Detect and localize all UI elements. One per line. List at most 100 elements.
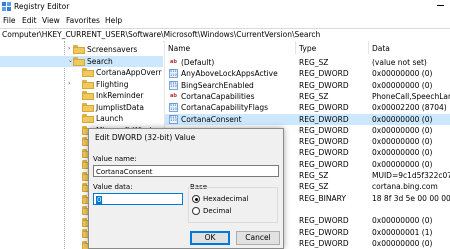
value-type: REG_DWORD (299, 125, 349, 135)
menu-favorites[interactable]: Favorites (66, 16, 100, 25)
tree-expander-icon[interactable]: › (68, 80, 70, 87)
binary-value-icon: 011 110 (169, 69, 178, 79)
column-header-type[interactable]: Type (296, 41, 369, 54)
menu-view[interactable]: View (42, 16, 60, 25)
value-row[interactable]: 011 110 CortanaCapabilityFlags REG_DWORD 0x… (165, 102, 450, 113)
cancel-button[interactable]: Cancel (236, 231, 280, 245)
value-type: REG_DWORD (299, 148, 349, 158)
tree-item[interactable]: InkReminder (0, 90, 163, 101)
value-type: REG_DWORD (299, 159, 349, 169)
tree-item[interactable]: › Screensavers (0, 44, 163, 55)
value-data: 0x00000000 (0) (372, 114, 433, 124)
value-data: MUID=9c1d5f322c074d (372, 171, 450, 180)
value-data: (value not set) (372, 58, 427, 67)
value-data-field[interactable]: 0 (93, 193, 183, 205)
value-type: REG_DWORD (299, 216, 349, 226)
value-type: REG_DWORD (299, 114, 349, 124)
menu-edit[interactable]: Edit (22, 16, 37, 25)
tree-item-label: Flighting (96, 79, 129, 89)
binary-value-icon: 011 110 (169, 103, 178, 113)
base-groupbox (188, 187, 278, 223)
address-path[interactable]: Computer\HKEY_CURRENT_USER\Software\Micr… (2, 30, 320, 39)
value-data: 18 8f 3d 5e 00 00 00 00 (372, 193, 450, 203)
value-name: (Default) (181, 58, 215, 67)
folder-icon (73, 56, 85, 66)
registry-editor-icon (2, 2, 11, 11)
value-name-field[interactable]: CortanaConsent (93, 165, 279, 177)
value-type: REG_DWORD (299, 238, 349, 248)
folder-icon (82, 68, 94, 77)
address-bar[interactable]: Computer\HKEY_CURRENT_USER\Software\Micr… (0, 28, 450, 42)
value-name: BingSearchEnabled (181, 80, 254, 90)
value-type: REG_BINARY (299, 193, 346, 203)
decimal-label[interactable]: Decimal (203, 207, 232, 215)
value-data: 0x00002200 (8704) (372, 103, 447, 113)
tree-expander-icon[interactable]: › (68, 45, 70, 52)
value-data: cortana.bing.com (372, 182, 438, 192)
value-row[interactable]: 011 110 BingSearchEnabled REG_DWORD 0x00000… (165, 80, 450, 91)
value-data: 0x00000000 (0) (372, 80, 433, 90)
value-type: REG_SZ (299, 171, 329, 180)
dialog-title: Edit DWORD (32-bit) Value (95, 133, 196, 142)
value-data: PhoneCall,SpeechLangua (372, 91, 450, 101)
value-data: 0x00000000 (0) (372, 159, 433, 169)
value-data: 0x00000001 (1) (372, 227, 433, 237)
value-name: CortanaCapabilityFlags (181, 103, 269, 113)
minimize-button[interactable] (437, 5, 444, 6)
value-data-text: 0 (96, 196, 103, 204)
value-type: REG_DWORD (299, 137, 349, 147)
tree-item[interactable]: › Flighting (0, 79, 163, 90)
tree-item-label: CortanaAppOverr (96, 68, 162, 77)
binary-value-icon: 011 110 (169, 114, 178, 124)
string-value-icon: ab (170, 59, 177, 65)
value-data: 0x00000000 (0) (372, 238, 433, 248)
value-type: REG_SZ (299, 58, 329, 67)
folder-icon (82, 91, 94, 100)
folder-icon (82, 102, 94, 112)
tree-item-label: Screensavers (87, 45, 138, 54)
folder-icon (82, 114, 94, 123)
string-value-icon: ab (170, 92, 177, 99)
value-type: REG_DWORD (299, 227, 349, 237)
value-type: REG_DWORD (299, 103, 349, 113)
value-type: REG_DWORD (299, 69, 349, 79)
tree-item[interactable]: Launch (0, 113, 163, 124)
menu-help[interactable]: Help (105, 16, 122, 25)
hexadecimal-label[interactable]: Hexadecimal (203, 195, 248, 203)
binary-value-icon: 011 110 (169, 80, 178, 90)
value-row[interactable]: ab CortanaCapabilities REG_SZ PhoneCall,Spe… (165, 91, 450, 102)
value-type: REG_SZ (299, 182, 329, 192)
column-header-name[interactable]: Name (165, 41, 296, 54)
value-data: 0x00000000 (0) (372, 125, 433, 135)
value-data-label: Value data: (93, 183, 133, 191)
value-data: 0x00000000 (0) (372, 137, 433, 147)
value-name-text: CortanaConsent (96, 168, 153, 176)
value-type: REG_DWORD (299, 80, 349, 90)
value-name: CortanaCapabilities (181, 91, 255, 101)
tree-item-label: Search (87, 56, 113, 66)
value-name: AnyAboveLockAppsActive (181, 69, 278, 79)
tree-item[interactable]: JumplistData (0, 102, 163, 113)
value-row[interactable]: 011 110 CortanaConsent REG_DWORD 0x00000000… (165, 113, 450, 125)
value-row[interactable]: ab (Default) REG_SZ (value not set) (165, 57, 450, 68)
hexadecimal-radio[interactable] (192, 195, 200, 203)
decimal-radio[interactable] (192, 207, 200, 215)
column-header-data[interactable]: Data (369, 41, 450, 54)
title-bar: Registry Editor (0, 0, 450, 14)
tree-item-label: Launch (96, 114, 124, 123)
value-name-label: Value name: (93, 155, 137, 163)
tree-item-label: JumplistData (96, 102, 144, 112)
folder-icon (73, 45, 85, 54)
window-title: Registry Editor (14, 2, 70, 11)
tree-item[interactable]: ⌄ Search (0, 55, 163, 67)
edit-dword-dialog: Edit DWORD (32-bit) Value Value name: Co… (88, 128, 284, 249)
ok-button[interactable]: OK (190, 231, 230, 245)
tree-item[interactable]: CortanaAppOverr (0, 67, 163, 78)
menu-file[interactable]: File (3, 16, 16, 25)
value-data: 0x00000000 (0) (372, 216, 433, 226)
value-data: 0x00000000 (0) (372, 148, 433, 158)
value-data: 0x00000000 (0) (372, 69, 433, 79)
value-name: CortanaConsent (181, 114, 242, 124)
value-row[interactable]: 011 110 AnyAboveLockAppsActive REG_DWORD 0x… (165, 68, 450, 79)
menu-bar: File Edit View Favorites Help (0, 14, 450, 28)
